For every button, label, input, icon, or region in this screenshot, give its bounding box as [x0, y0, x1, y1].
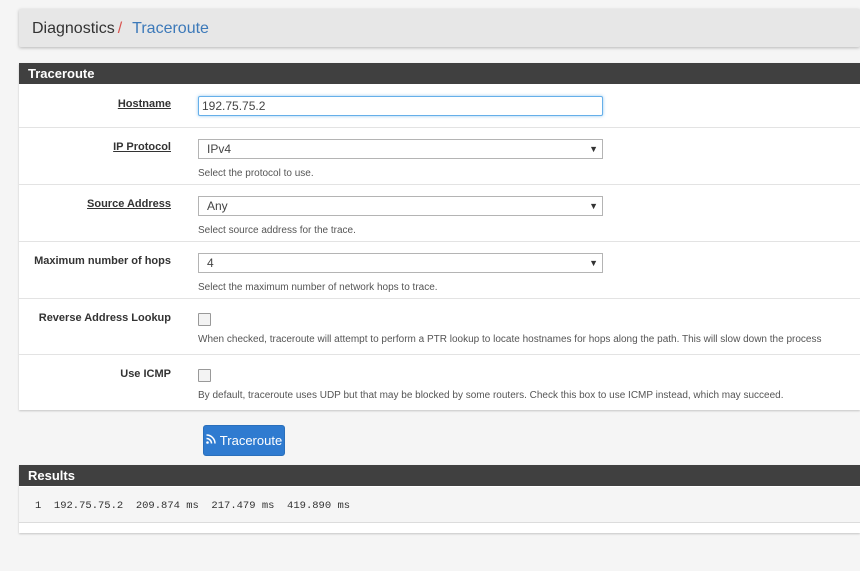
breadcrumb-separator: / — [117, 20, 123, 37]
ip-protocol-help: Select the protocol to use. — [198, 168, 314, 179]
max-hops-help: Select the maximum number of network hop… — [198, 282, 438, 293]
results-title: Results — [19, 465, 860, 486]
caret-down-icon: ▼ — [589, 201, 598, 211]
panel-title: Traceroute — [19, 63, 860, 84]
reverse-lookup-help: When checked, traceroute will attempt to… — [198, 334, 822, 345]
traceroute-button[interactable]: Traceroute — [203, 425, 285, 456]
max-hops-label: Maximum number of hops — [34, 255, 171, 267]
breadcrumb-diagnostics[interactable]: Diagnostics — [32, 20, 115, 37]
ip-protocol-value: IPv4 — [207, 142, 232, 156]
reverse-lookup-row: Reverse Address Lookup When checked, tra… — [19, 299, 860, 355]
reverse-lookup-label: Reverse Address Lookup — [38, 312, 171, 324]
caret-down-icon: ▼ — [589, 144, 598, 154]
max-hops-value: 4 — [207, 256, 214, 270]
use-icmp-help: By default, traceroute uses UDP but that… — [198, 390, 784, 401]
caret-down-icon: ▼ — [589, 258, 598, 268]
breadcrumb-bar: Diagnostics / Traceroute — [19, 9, 860, 47]
source-address-help: Select source address for the trace. — [198, 225, 356, 236]
use-icmp-checkbox[interactable] — [198, 369, 211, 382]
hostname-label: Hostname — [117, 98, 171, 110]
source-address-label: Source Address — [87, 198, 171, 210]
use-icmp-row: Use ICMP By default, traceroute uses UDP… — [19, 355, 860, 410]
source-address-select[interactable]: Any ▼ — [198, 196, 603, 216]
results-panel: Results 1 192.75.75.2 209.874 ms 217.479… — [19, 465, 860, 533]
max-hops-select[interactable]: 4 ▼ — [198, 253, 603, 273]
hostname-input[interactable]: 192.75.75.2 — [198, 96, 603, 116]
traceroute-panel: Traceroute Hostname 192.75.75.2 IP Proto… — [19, 63, 860, 410]
traceroute-button-label: Traceroute — [219, 433, 283, 448]
ip-protocol-select[interactable]: IPv4 ▼ — [198, 139, 603, 159]
reverse-lookup-checkbox[interactable] — [198, 313, 211, 326]
breadcrumb: Diagnostics / Traceroute — [32, 20, 209, 38]
breadcrumb-traceroute[interactable]: Traceroute — [132, 20, 209, 37]
results-output: 1 192.75.75.2 209.874 ms 217.479 ms 419.… — [35, 500, 351, 512]
ip-protocol-label: IP Protocol — [113, 141, 171, 153]
rss-icon — [205, 434, 216, 447]
use-icmp-label: Use ICMP — [120, 368, 171, 380]
results-output-box: 1 192.75.75.2 209.874 ms 217.479 ms 419.… — [19, 487, 860, 523]
ip-protocol-row: IP Protocol IPv4 ▼ Select the protocol t… — [19, 128, 860, 185]
hostname-row: Hostname 192.75.75.2 — [19, 85, 860, 128]
source-address-row: Source Address Any ▼ Select source addre… — [19, 185, 860, 242]
source-address-value: Any — [207, 199, 228, 213]
max-hops-row: Maximum number of hops 4 ▼ Select the ma… — [19, 242, 860, 299]
